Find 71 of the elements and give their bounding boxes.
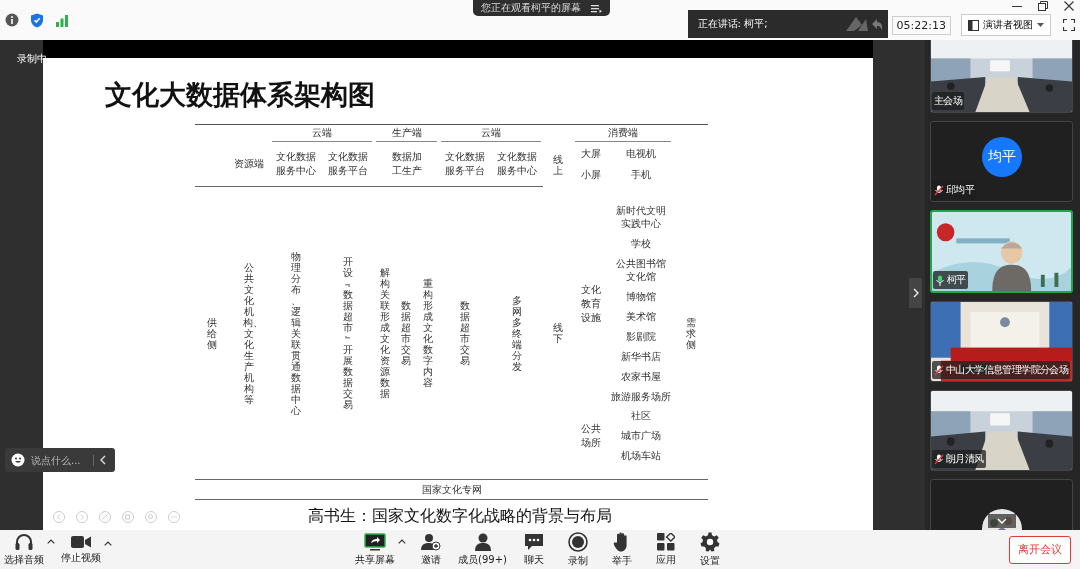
venue-name: 城市广场	[621, 429, 661, 442]
avatar: 均平	[981, 136, 1022, 177]
toolbar-button[interactable]: 停止视频	[59, 534, 103, 565]
column-header: 文化数据 服务中心	[276, 150, 316, 178]
venue-name: 新华书店	[621, 350, 661, 363]
view-dropdown[interactable]: 演讲者视图	[961, 14, 1051, 36]
group-header: 云端	[481, 126, 501, 140]
venue-name: 公共图书馆 文化馆	[616, 257, 666, 283]
participant-name: 邱均平	[946, 183, 975, 197]
participant-name: 主会场	[934, 94, 963, 108]
toolbar-button[interactable]: 录制	[558, 531, 597, 568]
screen-type: 大屏	[580, 147, 602, 161]
participant-tile[interactable]: 朗月清风	[930, 390, 1073, 471]
venue-name: 旅游服务场所	[611, 390, 671, 403]
column-header: 文化数据 服务平台	[328, 150, 368, 178]
participant-tile[interactable]: 主会场	[930, 40, 1073, 113]
slide-title: 文化大数据体系架构图	[105, 79, 376, 111]
venue-category: 文化 教育 设施	[580, 282, 602, 325]
vertical-text: 开设﹃数据超市﹄开展数据交易	[342, 256, 354, 410]
group-header: 消费端	[608, 126, 638, 140]
vertical-text: 物理分布、逻辑关联贯通数据中心	[290, 250, 302, 416]
column-header: 资源端	[234, 157, 264, 171]
venue-name: 博物馆	[626, 290, 656, 303]
vertical-text: 重构形成文化数字内容	[422, 278, 435, 388]
vertical-text: 多网多终端分发	[511, 294, 523, 372]
vertical-text: 供给侧	[205, 316, 218, 350]
venue-name: 新时代文明 实践中心	[616, 204, 666, 230]
vertical-text: 公共文化机构、文化生产机构等	[242, 261, 256, 405]
toolbar-button[interactable]: 共享屏幕	[353, 532, 398, 567]
device-name: 电视机	[625, 147, 657, 161]
banner-text: 您正在观看柯平的屏幕	[481, 1, 581, 15]
speaking-text: 正在讲话: 柯平;	[697, 17, 768, 31]
participant-tile[interactable]: 均平 邱均平	[930, 121, 1073, 202]
participant-tile[interactable]: 中山大学信息管理学院分会场	[930, 301, 1073, 382]
participant-name: 朗月清风	[946, 452, 984, 466]
vertical-text: 数据超市交易	[400, 300, 413, 366]
venue-category: 公共 场所	[580, 421, 602, 450]
venue-name: 社区	[631, 409, 651, 422]
meeting-timer: 05:22:13	[891, 15, 951, 35]
vertical-text: 解构关联形成文化资源数据	[378, 267, 391, 399]
toolbar-button[interactable]: 邀请	[412, 532, 451, 567]
slide-caption: 高书生：国家文化数字化战略的背景与布局	[308, 506, 612, 527]
chat-input[interactable]: 说点什么...	[31, 454, 94, 466]
toolbar-button[interactable]: 成员(99+)	[456, 532, 509, 567]
participant-name: 柯平	[947, 273, 966, 287]
column-header: 文化数据 服务中心	[497, 150, 537, 178]
column-header: 文化数据 服务平台	[445, 150, 485, 178]
vertical-text: 线下	[552, 322, 564, 344]
vertical-text: 线上	[552, 153, 564, 176]
network-label: 国家文化专网	[421, 482, 482, 497]
participant-tile[interactable]: 柯平	[930, 210, 1073, 293]
toolbar-button[interactable]: 应用	[646, 532, 685, 567]
vertical-text: 需求侧	[684, 316, 697, 350]
toolbar-button[interactable]: 举手	[602, 531, 641, 568]
venue-name: 美术馆	[626, 310, 656, 323]
device-name: 手机	[630, 168, 652, 182]
vertical-text: 数据超市交易	[459, 300, 471, 366]
chat-field[interactable]: 说点什么...	[5, 448, 115, 472]
toolbar-button[interactable]: 聊天	[514, 532, 553, 567]
toolbar-button[interactable]: 设置	[690, 531, 729, 568]
venue-name: 农家书屋	[621, 370, 661, 383]
screen-type: 小屏	[580, 168, 602, 182]
toolbar-button[interactable]: 选择音频	[2, 532, 46, 567]
column-header: 数据加 工生产	[391, 150, 422, 178]
group-header: 云端	[312, 126, 332, 140]
venue-name: 学校	[631, 237, 651, 250]
participant-name: 中山大学信息管理学院分会场	[946, 363, 1069, 377]
leave-meeting-button[interactable]: 离开会议	[1009, 535, 1071, 564]
venue-name: 影剧院	[626, 330, 656, 343]
venue-name: 机场车站	[621, 449, 661, 462]
group-header: 生产端	[391, 126, 422, 140]
